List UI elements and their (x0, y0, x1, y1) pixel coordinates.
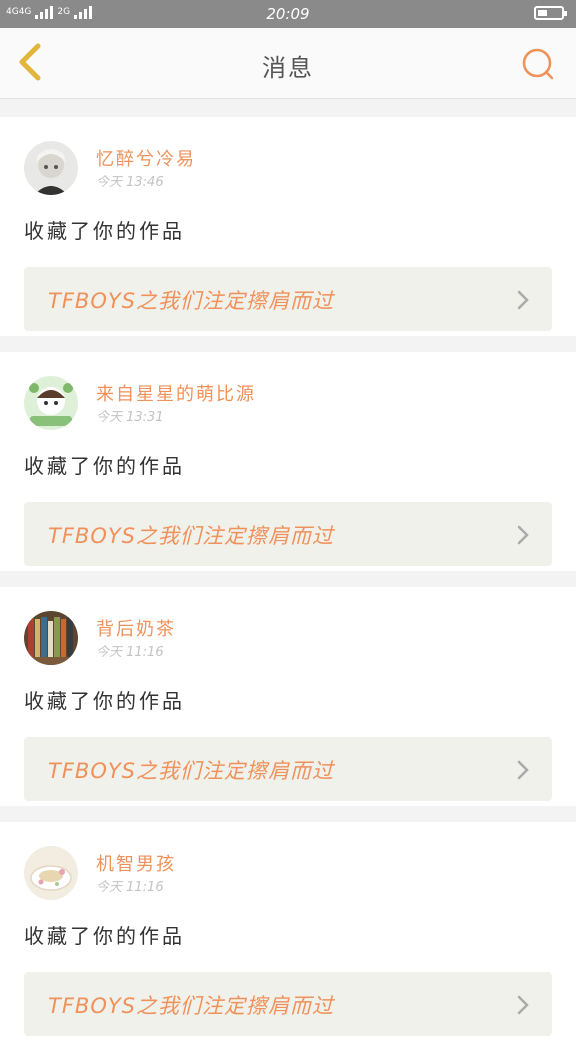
work-title: TFBOYS之我们注定擦肩而过 (48, 289, 334, 313)
username[interactable]: 机智男孩 (96, 850, 176, 876)
page-title: 消息 (262, 54, 314, 82)
search-icon (522, 48, 554, 80)
message-time: 今天 11:16 (96, 880, 164, 895)
action-text: 收藏了你的作品 (24, 689, 185, 713)
action-text: 收藏了你的作品 (24, 454, 185, 478)
work-title: TFBOYS之我们注定擦肩而过 (48, 759, 334, 783)
username[interactable]: 忆醉兮冷易 (96, 145, 196, 171)
message-card: 机智男孩 今天 11:16 收藏了你的作品 TFBOYS之我们注定擦肩而过 (0, 822, 576, 1041)
message-time: 今天 11:16 (96, 645, 164, 660)
message-card: 背后奶茶 今天 11:16 收藏了你的作品 TFBOYS之我们注定擦肩而过 (0, 587, 576, 806)
chevron-right-icon (517, 290, 529, 310)
username[interactable]: 背后奶茶 (96, 615, 176, 641)
status-bar: 4G4G 2G 20:09 (0, 0, 576, 28)
message-card: 来自星星的萌比源 今天 13:31 收藏了你的作品 TFBOYS之我们注定擦肩而… (0, 352, 576, 571)
action-text: 收藏了你的作品 (24, 924, 185, 948)
avatar[interactable] (24, 141, 78, 195)
work-title: TFBOYS之我们注定擦肩而过 (48, 994, 334, 1018)
clock: 20:09 (266, 5, 310, 23)
avatar[interactable] (24, 611, 78, 665)
battery-icon (534, 6, 567, 20)
work-title: TFBOYS之我们注定擦肩而过 (48, 524, 334, 548)
chevron-right-icon (517, 525, 529, 545)
avatar[interactable] (24, 376, 78, 430)
username[interactable]: 来自星星的萌比源 (96, 380, 256, 406)
avatar[interactable] (24, 846, 78, 900)
work-link[interactable]: TFBOYS之我们注定擦肩而过 (24, 972, 552, 1036)
work-link[interactable]: TFBOYS之我们注定擦肩而过 (24, 502, 552, 566)
action-text: 收藏了你的作品 (24, 219, 185, 243)
work-link[interactable]: TFBOYS之我们注定擦肩而过 (24, 267, 552, 331)
work-link[interactable]: TFBOYS之我们注定擦肩而过 (24, 737, 552, 801)
nav-bar: 消息 (0, 28, 576, 99)
chevron-right-icon (517, 995, 529, 1015)
message-time: 今天 13:31 (96, 410, 164, 425)
message-time: 今天 13:46 (96, 175, 164, 190)
search-button[interactable] (520, 46, 556, 82)
chevron-right-icon (517, 760, 529, 780)
message-card: 忆醉兮冷易 今天 13:46 收藏了你的作品 TFBOYS之我们注定擦肩而过 (0, 117, 576, 336)
